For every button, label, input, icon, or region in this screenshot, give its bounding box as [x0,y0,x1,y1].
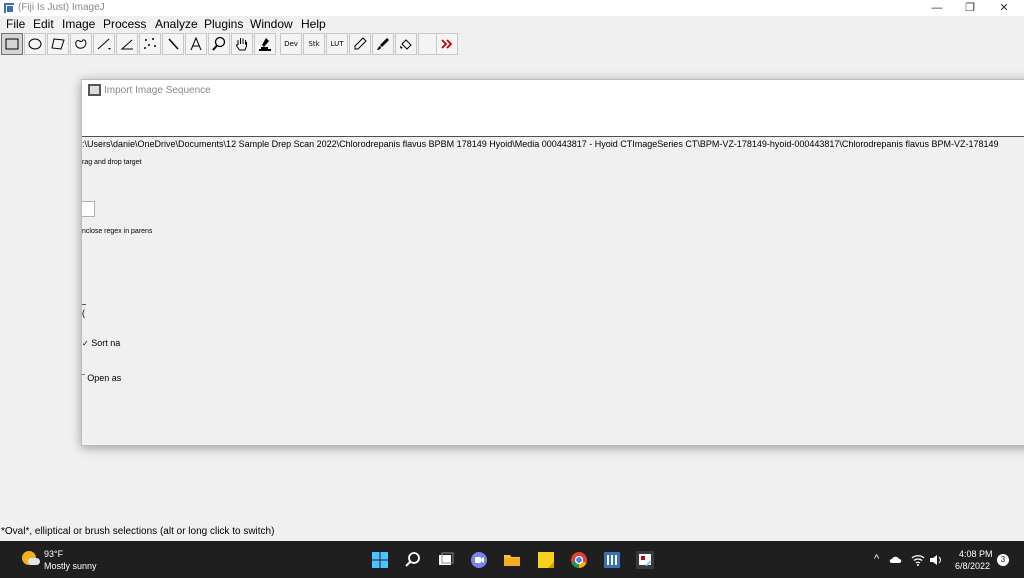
pencil-icon [354,37,367,50]
field-separator [82,304,86,305]
line-icon [97,38,111,50]
maximize-button[interactable]: ❐ [953,0,987,16]
hand-tool-button[interactable] [231,33,253,55]
regex-hint: nclose regex in parens [82,228,153,235]
open-as-virtual-checkbox[interactable]: ‾ Open as [82,373,121,383]
drag-drop-hint: rag and drop target [82,159,142,166]
status-bar-text: *Oval*, elliptical or brush selections (… [1,526,275,537]
windows-taskbar: 93°F Mostly sunny ^ 4:08 PM 6/8/2022 3 [0,541,1024,578]
menu-plugins[interactable]: Plugins [204,17,243,31]
angle-icon [120,39,133,50]
menu-window[interactable]: Window [250,17,293,31]
import-image-sequence-dialog: Import Image Sequence :\Users\danie\OneD… [81,79,1024,446]
menu-edit[interactable]: Edit [33,17,54,31]
tool-bar: Dev Stk LUT [0,33,1024,56]
checkmark-icon: ✓ [82,339,89,348]
freehand-tool-button[interactable] [70,33,92,55]
close-button[interactable]: ✕ [987,0,1021,16]
search-icon[interactable] [404,551,422,569]
weather-sun-icon[interactable] [22,551,40,565]
flood-fill-icon [400,39,412,50]
text-tool-button[interactable] [185,33,207,55]
flood-fill-tool-button[interactable] [395,33,417,55]
oval-icon [28,38,42,50]
pencil-tool-button[interactable] [349,33,371,55]
menu-bar: File Edit Image Process Analyze Plugins … [0,16,1024,32]
fiji-taskbar-icon[interactable] [603,551,621,569]
file-explorer-icon[interactable] [503,551,521,569]
freehand-icon [75,39,87,49]
open-as-label: Open as [87,373,122,383]
lut-menu-button[interactable]: LUT [326,33,348,55]
stk-menu-button[interactable]: Stk [303,33,325,55]
sort-names-checkbox[interactable]: ✓ Sort na [82,338,120,348]
task-view-icon[interactable] [437,551,455,569]
oval-tool-button[interactable] [24,33,46,55]
wand-tool-button[interactable] [162,33,184,55]
clock-date[interactable]: 6/8/2022 [955,561,990,571]
wand-icon [168,38,179,50]
zoom-tool-button[interactable] [208,33,230,55]
chrome-icon[interactable] [570,551,588,569]
window-title: (Fiji Is Just) ImageJ [18,2,105,13]
menu-analyze[interactable]: Analyze [155,17,198,31]
clipped-field-label: ( [82,308,85,318]
chevron-up-icon[interactable]: ^ [874,553,879,565]
angle-tool-button[interactable] [116,33,138,55]
rectangle-tool-button[interactable] [1,33,23,55]
brush-icon [377,38,389,50]
cloud-sync-icon[interactable] [889,553,903,567]
windows-start-icon[interactable] [371,551,389,569]
dev-label: Dev [284,40,298,48]
dialog-app-icon [88,84,101,96]
title-bar: (Fiji Is Just) ImageJ — ❐ ✕ [0,0,1024,16]
rectangle-icon [5,38,19,50]
clock-time[interactable]: 4:08 PM [959,549,993,559]
dialog-header-panel [82,102,1024,137]
sort-names-label: Sort na [91,338,121,348]
polygon-tool-button[interactable] [47,33,69,55]
imagej-taskbar-icon[interactable] [636,551,654,569]
notification-badge[interactable]: 3 [997,554,1009,566]
more-tools-button[interactable] [436,33,458,55]
checkbox-edge-icon: ‾ [82,374,85,383]
brush-tool-button[interactable] [372,33,394,55]
dialog-title-bar: Import Image Sequence [82,80,1024,102]
menu-file[interactable]: File [6,17,25,31]
volume-icon[interactable] [929,553,943,567]
text-icon [190,37,202,51]
magnifier-icon [212,36,226,51]
weather-temperature[interactable]: 93°F [44,549,63,559]
wifi-icon[interactable] [911,553,925,567]
lut-label: LUT [330,40,344,48]
microscope-icon [259,38,271,51]
weather-condition[interactable]: Mostly sunny [44,561,97,571]
menu-help[interactable]: Help [301,17,326,31]
dialog-title: Import Image Sequence [104,85,211,96]
dev-menu-button[interactable]: Dev [280,33,302,55]
stk-label: Stk [308,40,320,48]
dropper-tool-button[interactable] [254,33,276,55]
sticky-notes-icon[interactable] [537,551,555,569]
menu-process[interactable]: Process [103,17,146,31]
polygon-icon [51,38,65,50]
minimize-button[interactable]: — [920,0,954,16]
directory-path-field[interactable]: :\Users\danie\OneDrive\Documents\12 Samp… [82,139,1024,149]
point-tool-button[interactable] [139,33,161,55]
menu-image[interactable]: Image [62,17,95,31]
line-tool-button[interactable] [93,33,115,55]
double-chevron-right-icon [441,39,453,49]
multipoint-icon [144,38,156,49]
hand-icon [236,38,247,51]
filter-input[interactable] [82,201,95,217]
teams-chat-icon[interactable] [470,551,488,569]
imagej-app-icon [4,3,14,13]
